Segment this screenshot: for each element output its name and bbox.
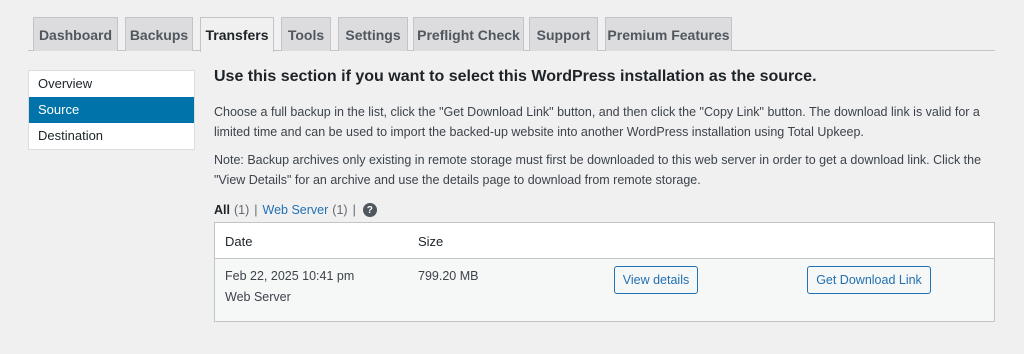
filter-separator: | (352, 203, 356, 217)
get-download-link-button[interactable]: Get Download Link (807, 266, 931, 294)
tab-settings[interactable]: Settings (338, 17, 408, 51)
tab-support[interactable]: Support (529, 17, 598, 51)
tab-premium-features[interactable]: Premium Features (605, 17, 732, 51)
filter-separator: | (254, 203, 258, 217)
backup-location: Web Server (225, 290, 291, 304)
backups-table: Date Size Feb 22, 2025 10:41 pm Web Serv… (214, 222, 995, 322)
tab-backups[interactable]: Backups (125, 17, 193, 51)
backup-date: Feb 22, 2025 10:41 pm (225, 269, 355, 283)
filter-web-server-link[interactable]: Web Server (263, 203, 329, 217)
filter-web-server-count: (1) (332, 203, 348, 217)
backup-size: 799.20 MB (418, 269, 479, 283)
filter-all[interactable]: All (214, 203, 230, 217)
sidenav-item-destination[interactable]: Destination (29, 123, 194, 149)
filter-all-count: (1) (233, 203, 250, 217)
backup-filters: All (1) | Web Server (1) | ? (214, 203, 377, 217)
tab-transfers[interactable]: Transfers (200, 17, 274, 52)
column-header-size: Size (418, 234, 444, 249)
instructions-paragraph: Choose a full backup in the list, click … (214, 105, 980, 139)
table-row: Feb 22, 2025 10:41 pm Web Server 799.20 … (215, 259, 994, 321)
view-details-button[interactable]: View details (614, 266, 698, 294)
sidenav-item-source[interactable]: Source (29, 97, 194, 123)
tab-preflight-check[interactable]: Preflight Check (413, 17, 524, 51)
tab-tools[interactable]: Tools (281, 17, 331, 51)
note-paragraph: Note: Backup archives only existing in r… (214, 153, 982, 187)
sidenav-item-overview[interactable]: Overview (29, 71, 194, 97)
table-header: Date Size (215, 223, 994, 259)
column-header-date: Date (225, 234, 253, 249)
tab-dashboard[interactable]: Dashboard (33, 17, 118, 51)
nav-tab-wrapper: Dashboard Backups Transfers Tools Settin… (28, 17, 995, 52)
transfers-sidenav: Overview Source Destination (28, 70, 195, 150)
section-heading: Use this section if you want to select t… (214, 68, 817, 85)
help-icon[interactable]: ? (362, 203, 377, 217)
